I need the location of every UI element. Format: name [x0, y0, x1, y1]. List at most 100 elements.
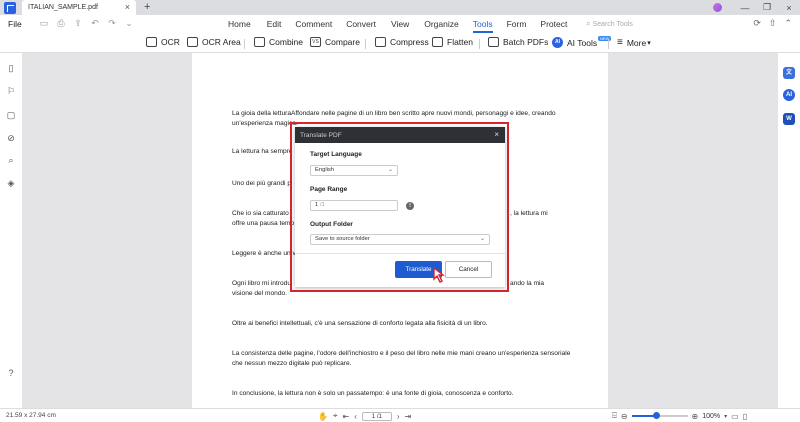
- search-tools[interactable]: ⌕ Search Tools: [586, 19, 633, 29]
- menu-tools[interactable]: Tools: [472, 19, 493, 33]
- ai-tools-icon: AI: [552, 37, 563, 48]
- paragraph-4-tail: , la lettura mi: [510, 210, 548, 217]
- page-number-input[interactable]: 1 /1: [361, 411, 392, 421]
- hand-tool-icon[interactable]: ✋: [318, 412, 328, 421]
- dropdown-icon[interactable]: ⌄: [123, 18, 135, 29]
- page-range-input[interactable]: 1 /1: [310, 200, 398, 211]
- menu-convert[interactable]: Convert: [346, 19, 376, 29]
- help-icon[interactable]: ?: [6, 368, 16, 378]
- mouse-cursor-icon: [433, 267, 446, 283]
- collapse-icon[interactable]: ⌃: [784, 18, 792, 29]
- more-button[interactable]: ≡ More ▾: [617, 37, 651, 48]
- zoom-in-icon[interactable]: ⊕: [692, 412, 699, 421]
- flatten-icon: [432, 37, 443, 47]
- ai-assistant-icon[interactable]: AI: [783, 89, 795, 101]
- zoom-dropdown-icon[interactable]: ▾: [724, 413, 727, 420]
- redo-icon[interactable]: ↷: [106, 18, 118, 29]
- file-menu[interactable]: File: [8, 19, 22, 29]
- last-page-icon[interactable]: ⇥: [405, 412, 412, 421]
- toolbar-divider: [608, 39, 609, 49]
- app-logo-icon: [4, 1, 16, 14]
- info-icon[interactable]: !: [406, 202, 414, 210]
- paragraph-8: La consistenza delle pagine, l'odore del…: [232, 350, 571, 367]
- save-icon[interactable]: ▭: [38, 18, 50, 29]
- paragraph-9: In conclusione, la lettura non è solo un…: [232, 390, 514, 397]
- zoom-slider-knob[interactable]: [653, 412, 661, 419]
- ocr-area-button[interactable]: OCR Area: [187, 37, 241, 47]
- bookmark-icon[interactable]: ⚐: [6, 86, 16, 96]
- menu-protect[interactable]: Protect: [540, 19, 567, 29]
- comment-icon[interactable]: ▢: [6, 110, 16, 120]
- new-badge: NEW: [598, 36, 612, 41]
- fit-page-icon[interactable]: ⌹: [612, 411, 617, 421]
- more-label: More: [626, 37, 647, 48]
- quick-access-toolbar: ▭ ⎙ ⇪ ↶ ↷ ⌄: [38, 18, 135, 29]
- layers-icon[interactable]: ◈: [6, 178, 16, 188]
- maximize-icon[interactable]: ❐: [756, 2, 778, 13]
- menu-bar: File ▭ ⎙ ⇪ ↶ ↷ ⌄ Home Edit Comment Conve…: [0, 15, 800, 34]
- paragraph-6-tail: ando la mia: [510, 280, 545, 287]
- page-thumbnail-icon[interactable]: ▯: [6, 63, 16, 73]
- translate-pdf-dialog: Translate PDF × Target Language English …: [295, 127, 505, 287]
- right-sidebar: 文 AI W: [778, 53, 800, 408]
- translate-icon[interactable]: 文: [783, 67, 795, 79]
- compare-label: Compare: [325, 37, 360, 47]
- combine-button[interactable]: Combine: [254, 37, 303, 47]
- attachment-icon[interactable]: ⊘: [6, 133, 16, 143]
- menu-view[interactable]: View: [391, 19, 409, 29]
- zoom-slider[interactable]: [631, 412, 688, 419]
- menu-comment[interactable]: Comment: [295, 19, 332, 29]
- first-page-icon[interactable]: ⇤: [342, 412, 349, 421]
- close-window-icon[interactable]: ×: [778, 3, 800, 13]
- compare-icon: VS: [310, 37, 321, 47]
- print-icon[interactable]: ⎙: [55, 18, 67, 29]
- flatten-label: Flatten: [447, 37, 473, 47]
- undo-icon[interactable]: ↶: [89, 18, 101, 29]
- two-page-view-icon[interactable]: ▯: [743, 412, 747, 421]
- close-tab-icon[interactable]: ×: [125, 2, 130, 12]
- output-folder-select[interactable]: Save to source folder ⌄: [310, 234, 490, 245]
- cloud-upload-icon[interactable]: ⇧: [769, 18, 777, 29]
- flatten-button[interactable]: Flatten: [432, 37, 473, 47]
- cancel-button[interactable]: Cancel: [445, 261, 492, 278]
- avatar[interactable]: [713, 3, 722, 12]
- dialog-title: Translate PDF: [300, 131, 342, 139]
- compress-button[interactable]: Compress: [375, 37, 429, 47]
- menu-lines-icon: ≡: [617, 37, 623, 48]
- page-range-label: Page Range: [310, 186, 348, 193]
- chevron-down-icon: ▾: [647, 39, 651, 47]
- main-menu: Home Edit Comment Convert View Organize …: [228, 19, 567, 33]
- document-tab-title: ITALIAN_SAMPLE.pdf: [28, 4, 98, 11]
- tools-toolbar: OCR OCR Area Combine VS Compare Compress …: [0, 34, 800, 53]
- select-tool-icon[interactable]: ⌖: [333, 411, 338, 421]
- sync-icon[interactable]: ⟳: [753, 18, 761, 29]
- search-icon[interactable]: ⌕: [6, 155, 16, 165]
- ocr-icon: [146, 37, 157, 47]
- minimize-icon[interactable]: —: [734, 3, 756, 13]
- ocr-button[interactable]: OCR: [146, 37, 180, 47]
- page-size: 21.59 x 27.94 cm: [6, 412, 56, 419]
- ai-tools-button[interactable]: AI AI Tools NEW: [552, 36, 612, 48]
- upload-icon[interactable]: ⇪: [72, 18, 84, 29]
- close-icon[interactable]: ×: [494, 130, 499, 139]
- output-folder-value: Save to source folder: [315, 236, 370, 242]
- zoom-level[interactable]: 100%: [702, 413, 720, 420]
- menu-organize[interactable]: Organize: [424, 19, 459, 29]
- single-page-view-icon[interactable]: ▭: [731, 412, 739, 421]
- menu-form[interactable]: Form: [507, 19, 527, 29]
- document-tab[interactable]: ITALIAN_SAMPLE.pdf ×: [22, 0, 136, 15]
- toolbar-divider: [365, 39, 366, 49]
- target-language-select[interactable]: English ⌄: [310, 165, 398, 176]
- word-icon[interactable]: W: [783, 113, 795, 125]
- left-sidebar: ▯ ⚐ ▢ ⊘ ⌕ ◈ ?: [0, 53, 22, 408]
- next-page-icon[interactable]: ›: [397, 412, 400, 421]
- menu-home[interactable]: Home: [228, 19, 251, 29]
- compare-button[interactable]: VS Compare: [310, 37, 360, 47]
- zoom-out-icon[interactable]: ⊖: [621, 412, 628, 421]
- combine-icon: [254, 37, 265, 47]
- menu-edit[interactable]: Edit: [267, 19, 282, 29]
- chevron-down-icon: ⌄: [479, 236, 485, 242]
- batch-pdfs-button[interactable]: Batch PDFs: [488, 37, 548, 47]
- new-tab-icon[interactable]: +: [144, 1, 150, 13]
- prev-page-icon[interactable]: ‹: [354, 412, 357, 421]
